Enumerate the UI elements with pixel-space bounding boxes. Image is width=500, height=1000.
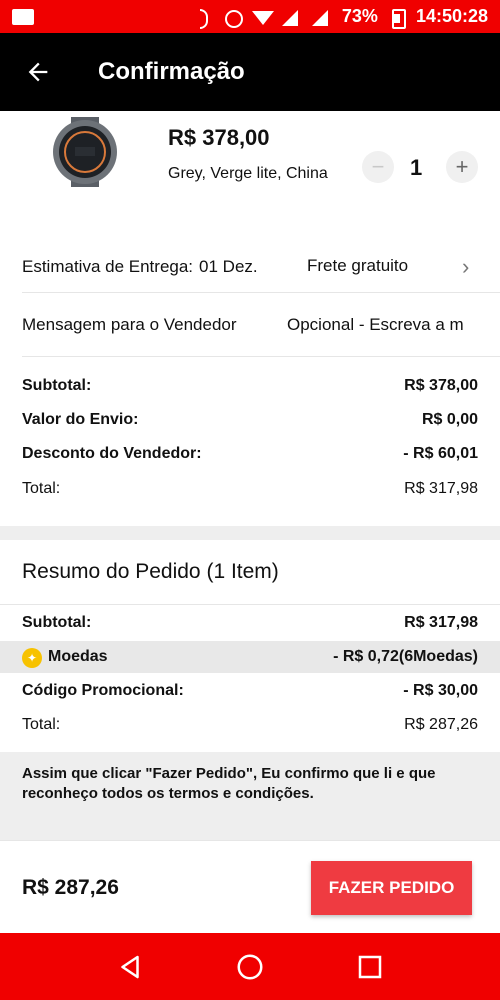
checkout-footer: R$ 287,26 FAZER PEDIDO xyxy=(0,840,500,933)
promo-code-row[interactable]: Código Promocional: - R$ 30,00 xyxy=(22,682,478,700)
promo-code-label: Código Promocional: xyxy=(22,682,184,699)
app-bar: Confirmação xyxy=(0,33,500,111)
quantity-increase-button[interactable]: + xyxy=(446,151,478,183)
order-subtotal-row: Subtotal: R$ 317,98 xyxy=(22,614,478,632)
shipping-cost-label: Valor do Envio: xyxy=(22,411,139,428)
delivery-row[interactable]: Estimativa de Entrega: 01 Dez. Frete gra… xyxy=(22,250,500,284)
seller-subtotal-label: Subtotal: xyxy=(22,377,92,394)
shipping-method: Frete gratuito xyxy=(307,256,409,275)
product-card: R$ 378,00 Grey, Verge lite, China − 1 + xyxy=(0,111,500,221)
seller-discount-label: Desconto do Vendedor: xyxy=(22,445,202,462)
order-total-row: Total: R$ 287,26 xyxy=(22,716,478,734)
seller-total-row: Total: R$ 317,98 xyxy=(22,480,478,498)
coins-value: - R$ 0,72(6Moedas) xyxy=(333,648,478,665)
product-variant: Grey, Verge lite, China xyxy=(168,165,328,182)
clock: 14:50:28 xyxy=(415,6,488,26)
order-total-value: R$ 287,26 xyxy=(404,716,478,733)
section-separator xyxy=(0,526,500,540)
signal-icon-2 xyxy=(311,8,334,26)
coins-row[interactable]: ✦ Moedas - R$ 0,72(6Moedas) xyxy=(0,641,500,673)
seller-message-label: Mensagem para o Vendedor xyxy=(22,315,237,334)
place-order-button[interactable]: FAZER PEDIDO xyxy=(311,861,472,915)
order-summary-title: Resumo do Pedido (1 Item) xyxy=(22,560,279,583)
nav-recents-button[interactable] xyxy=(352,949,388,985)
nav-home-button[interactable] xyxy=(232,949,268,985)
footer-total: R$ 287,26 xyxy=(22,876,119,899)
nav-back-icon xyxy=(121,955,139,978)
outlook-notification-icon xyxy=(12,8,34,25)
nav-recents-icon xyxy=(358,955,382,978)
signal-icon xyxy=(281,8,304,26)
quantity-value: 1 xyxy=(410,155,423,180)
quantity-decrease-button[interactable]: − xyxy=(362,151,394,183)
terms-notice: Assim que clicar "Fazer Pedido", Eu conf… xyxy=(0,752,500,816)
seller-subtotal-row: Subtotal: R$ 378,00 xyxy=(22,377,478,395)
back-button[interactable] xyxy=(18,52,58,92)
delivery-date: 01 Dez. xyxy=(199,257,258,276)
divider xyxy=(22,292,500,293)
battery-percent: 73% xyxy=(341,6,378,26)
seller-message-input[interactable]: Opcional - Escreva a m xyxy=(287,315,500,335)
order-subtotal-label: Subtotal: xyxy=(22,614,92,631)
wifi-icon xyxy=(251,8,274,26)
product-image[interactable] xyxy=(45,117,125,187)
seller-subtotal-value: R$ 378,00 xyxy=(404,377,478,394)
promo-code-value: - R$ 30,00 xyxy=(403,682,478,699)
divider xyxy=(0,604,500,605)
seller-discount-value: - R$ 60,01 xyxy=(403,445,478,462)
nav-back-button[interactable] xyxy=(112,949,148,985)
seller-total-label: Total: xyxy=(22,480,61,497)
system-nav-bar xyxy=(0,933,500,1000)
battery-icon xyxy=(386,8,408,29)
status-bar: 73% 14:50:28 xyxy=(0,0,500,33)
page-title: Confirmação xyxy=(98,58,245,85)
back-arrow-icon xyxy=(28,62,48,82)
shipping-cost-value: R$ 0,00 xyxy=(421,411,478,428)
order-subtotal-value: R$ 317,98 xyxy=(404,614,478,631)
seller-total-value: R$ 317,98 xyxy=(404,480,478,497)
chevron-right-icon[interactable]: › xyxy=(462,254,469,280)
coins-label: Moedas xyxy=(48,648,108,665)
coin-icon: ✦ xyxy=(22,648,42,668)
nav-home-icon xyxy=(237,954,263,979)
alarm-icon xyxy=(222,8,244,28)
bluetooth-icon xyxy=(192,8,214,29)
section-separator xyxy=(0,816,500,840)
order-total-label: Total: xyxy=(22,716,61,733)
seller-discount-row: Desconto do Vendedor: - R$ 60,01 xyxy=(22,445,478,463)
divider xyxy=(22,356,500,357)
seller-message-row[interactable]: Mensagem para o Vendedor Opcional - Escr… xyxy=(22,308,500,342)
shipping-cost-row: Valor do Envio: R$ 0,00 xyxy=(22,411,478,429)
product-price: R$ 378,00 xyxy=(168,125,270,150)
delivery-label: Estimativa de Entrega: xyxy=(22,257,194,276)
